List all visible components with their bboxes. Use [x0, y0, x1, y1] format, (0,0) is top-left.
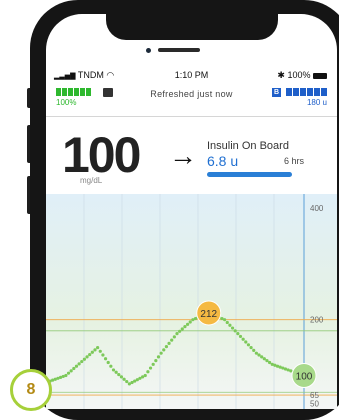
- battery-icon: [313, 72, 327, 79]
- trace-point-46: [170, 338, 174, 342]
- trace-point-41: [156, 355, 161, 359]
- trace-point-80: [260, 355, 264, 359]
- trace-point-28: [122, 377, 126, 381]
- trace-point-76: [249, 345, 253, 350]
- y-tick-label-0: 400: [310, 204, 324, 213]
- trace-point-26: [117, 372, 121, 377]
- trace-point-24: [111, 368, 116, 372]
- trace-point-7: [66, 371, 71, 375]
- trace-point-78: [254, 351, 258, 355]
- trace-point-51: [183, 325, 187, 329]
- pump-status-row: 100% Refreshed just now B 180 u: [46, 86, 337, 114]
- trace-point-15: [88, 352, 92, 357]
- trace-point-49: [178, 329, 182, 333]
- front-camera: [146, 48, 151, 53]
- status-bar: ▂▃▅▇ TNDM ◠ 1:10 PM ✱ 100%: [46, 70, 337, 84]
- trace-point-71: [236, 332, 240, 336]
- speaker-grille: [158, 48, 200, 52]
- trace-point-36: [143, 373, 147, 378]
- trace-point-14: [85, 355, 89, 359]
- insulin-reservoir-label: 180 u: [306, 98, 327, 107]
- trace-point-11: [77, 362, 81, 366]
- trace-point-66: [223, 318, 227, 322]
- trace-point-27: [119, 375, 124, 379]
- trace-point-81: [262, 357, 266, 361]
- trace-point-16: [90, 350, 94, 354]
- trace-point-23: [109, 364, 113, 368]
- iob-title: Insulin On Board: [207, 140, 289, 152]
- basal-badge: B: [272, 88, 281, 97]
- trace-point-17: [93, 348, 97, 352]
- trace-point-44: [164, 345, 169, 349]
- trace-point-20: [101, 353, 105, 357]
- trace-point-43: [162, 348, 166, 352]
- bluetooth-icon: ✱: [277, 70, 285, 80]
- point-label-0: 212: [200, 309, 217, 320]
- glucose-unit: mg/dL: [80, 176, 103, 185]
- trace-point-52: [185, 322, 190, 326]
- pump-battery-label: 100%: [56, 98, 77, 107]
- trace-point-6: [64, 373, 68, 378]
- trace-point-70: [233, 329, 237, 333]
- trace-point-73: [241, 337, 245, 341]
- status-battery: ✱ 100%: [277, 70, 327, 81]
- glucose-chart[interactable]: 4002006550 212100: [46, 194, 337, 409]
- trace-point-9: [72, 366, 76, 371]
- trace-point-77: [252, 348, 256, 352]
- trace-point-79: [257, 353, 261, 357]
- trace-point-25: [114, 370, 118, 374]
- trace-point-38: [148, 366, 153, 370]
- iob-duration: 6 hrs: [284, 156, 305, 166]
- trace-point-40: [154, 359, 158, 363]
- trace-point-53: [188, 320, 192, 324]
- divider: [46, 116, 337, 117]
- trace-point-74: [244, 340, 248, 344]
- y-tick-label-3: 50: [310, 399, 319, 408]
- trace-point-39: [151, 362, 155, 366]
- iob-value: 6.8 u: [207, 153, 239, 169]
- trace-point-42: [159, 351, 163, 355]
- trace-point-69: [230, 326, 235, 330]
- trace-point-12: [80, 359, 84, 364]
- trace-point-72: [238, 334, 243, 339]
- battery-percent: 100%: [287, 70, 311, 80]
- trace-point-67: [225, 320, 229, 325]
- trace-point-19: [98, 349, 102, 353]
- trace-point-47: [172, 335, 176, 339]
- phone-notch: [106, 14, 278, 40]
- insulin-reservoir-gauge: [286, 88, 327, 96]
- y-tick-label-1: 200: [310, 316, 324, 325]
- trace-point-82: [265, 359, 269, 363]
- trace-point-13: [82, 357, 86, 361]
- trace-point-48: [175, 332, 179, 336]
- trace-point-22: [106, 360, 110, 365]
- point-label-1: 100: [296, 372, 313, 383]
- trace-point-21: [103, 357, 108, 361]
- app-screen: ▂▃▅▇ TNDM ◠ 1:10 PM ✱ 100% 100% Refreshe…: [46, 14, 337, 409]
- trace-point-50: [180, 327, 184, 331]
- trace-point-18: [96, 345, 100, 350]
- trace-point-83: [268, 360, 272, 365]
- trace-point-75: [246, 343, 251, 347]
- iob-progress-bar: [207, 172, 292, 177]
- trace-point-37: [146, 370, 150, 374]
- trace-point-45: [167, 341, 171, 345]
- trace-point-10: [74, 364, 79, 368]
- trend-arrow-icon: →: [169, 140, 197, 171]
- trace-point-29: [125, 379, 129, 384]
- trace-point-68: [228, 323, 232, 327]
- tutorial-step-badge: 8: [10, 369, 52, 411]
- trace-point-8: [69, 369, 73, 373]
